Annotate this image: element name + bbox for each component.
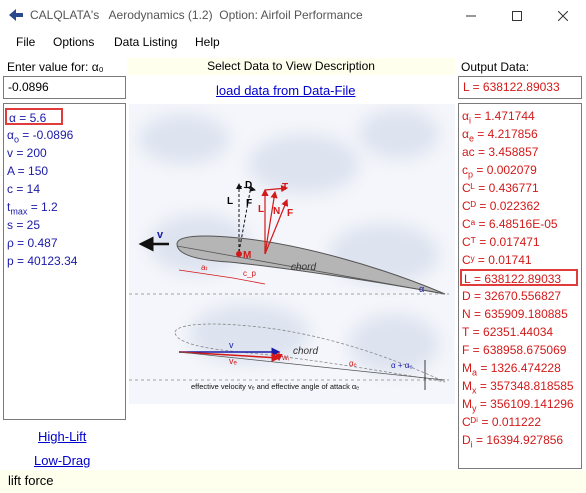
param-subscript: max — [10, 206, 28, 217]
result-row[interactable]: N = 635909.180885 — [462, 306, 568, 323]
diagram-svg: chord v L D F L N T F M aₜ c_p α v vₑ wᵢ… — [129, 180, 449, 391]
result-row[interactable]: My = 356109.141296 — [462, 396, 574, 413]
menu-bar: File Options Data Listing Help — [0, 31, 586, 54]
maximize-icon — [512, 10, 522, 21]
maximize-button[interactable] — [494, 0, 540, 31]
param-symbol: α — [7, 128, 14, 142]
title-bar: CALQLATA's Aerodynamics (1.2) Option: Ai… — [0, 0, 586, 31]
wi-label: wᵢ — [281, 353, 289, 362]
close-button[interactable] — [540, 0, 586, 31]
diagram-L-label: L — [227, 196, 233, 207]
moment-label: M — [243, 250, 251, 261]
result-row[interactable]: T = 62351.44034 — [462, 324, 553, 341]
param-value: = 1.2 — [27, 200, 58, 214]
window-title: CALQLATA's Aerodynamics (1.2) Option: Ai… — [30, 8, 363, 22]
alpha-e-label: αₑ — [349, 359, 357, 368]
app-logo-icon — [9, 9, 23, 21]
param-value: = 150 — [14, 164, 49, 178]
chord-label: chord — [291, 262, 316, 273]
result-row[interactable]: ac = 3.458857 — [462, 144, 538, 161]
result-row[interactable]: Cᴰ = 0.022362 — [462, 198, 540, 215]
result-row[interactable]: Cʸ = 0.01741 — [462, 252, 532, 269]
alpha-label: α — [419, 284, 424, 294]
param-row-A[interactable]: A = 150 — [7, 163, 48, 180]
parameter-list[interactable]: α = 5.6 αo = -0.0896 v = 200 A = 150 c =… — [3, 103, 126, 420]
param-row-c[interactable]: c = 14 — [7, 181, 40, 198]
minimize-icon — [466, 15, 476, 16]
result-row[interactable]: Cᴰⁱ = 0.011222 — [462, 414, 541, 431]
menu-options[interactable]: Options — [53, 35, 94, 49]
status-bar: lift force — [0, 470, 586, 493]
results-list[interactable]: αi = 1.471744 αe = 4.217856 ac = 3.45885… — [458, 103, 582, 469]
param-symbol: p — [7, 254, 14, 268]
lower-chord-label: chord — [293, 346, 318, 357]
output-value-box: L = 638122.89033 — [458, 76, 582, 99]
param-row-p[interactable]: p = 40123.34 — [7, 253, 77, 270]
result-row[interactable]: αe = 4.217856 — [462, 126, 538, 143]
load-data-link[interactable]: load data from Data-File — [216, 83, 355, 98]
cp-dimension — [232, 277, 266, 285]
diagram-caption: effective velocity vₑ and effective angl… — [191, 382, 359, 391]
param-row-alpha0[interactable]: αo = -0.0896 — [7, 127, 73, 144]
param-value: = 14 — [13, 182, 41, 196]
output-label: Output Data: — [461, 60, 530, 74]
high-lift-link[interactable]: High-Lift — [38, 429, 86, 444]
velocity-label: v — [157, 229, 164, 241]
param-value: = 40123.34 — [13, 254, 78, 268]
lower-v-label: v — [229, 340, 234, 350]
diagram-N-label: N — [273, 206, 280, 217]
param-value: = 5.6 — [15, 111, 47, 125]
aero-center-point — [236, 251, 242, 257]
diagram-F-label: F — [246, 198, 252, 209]
result-row[interactable]: Cᵀ = 0.017471 — [462, 234, 540, 251]
cp-label: c_p — [243, 269, 256, 278]
close-icon — [558, 10, 568, 21]
result-row[interactable]: Di = 16394.927856 — [462, 432, 563, 449]
lower-ve-label: vₑ — [229, 356, 238, 366]
result-row[interactable]: Cᴸ = 0.436771 — [462, 180, 539, 197]
low-drag-link[interactable]: Low-Drag — [34, 453, 90, 468]
alpha-sum-label: α + α₀ — [391, 361, 413, 370]
input-prompt-label: Enter value for: α₀ — [7, 60, 104, 74]
param-row-alpha[interactable]: α = 5.6 — [5, 108, 63, 125]
param-row-tmax[interactable]: tmax = 1.2 — [7, 199, 58, 216]
param-row-s[interactable]: s = 25 — [7, 217, 40, 234]
menu-help[interactable]: Help — [195, 35, 220, 49]
diagram-L2-label: L — [258, 204, 264, 215]
param-value: = 0.487 — [13, 236, 58, 250]
param-symbol: ρ — [7, 236, 14, 250]
param-symbol: α — [9, 111, 16, 125]
param-row-rho[interactable]: ρ = 0.487 — [7, 235, 58, 252]
result-row[interactable]: Ma = 1326.474228 — [462, 360, 561, 377]
result-row[interactable]: αi = 1.471744 — [462, 108, 535, 125]
airfoil-diagram: chord v L D F L N T F M aₜ c_p α v vₑ wᵢ… — [129, 104, 455, 404]
value-input[interactable]: -0.0896 — [3, 76, 126, 99]
param-value: = 25 — [13, 218, 41, 232]
result-row-lift-selected[interactable]: L = 638122.89033 — [460, 269, 578, 286]
minimize-button[interactable] — [448, 0, 494, 31]
param-row-v[interactable]: v = 200 — [7, 145, 47, 162]
result-row[interactable]: cp = 0.002079 — [462, 162, 537, 179]
result-row[interactable]: F = 638958.675069 — [462, 342, 566, 359]
result-row[interactable]: D = 32670.556827 — [462, 288, 561, 305]
diagram-T-label: T — [282, 182, 288, 193]
param-value: = 200 — [13, 146, 47, 160]
menu-file[interactable]: File — [16, 35, 35, 49]
result-row[interactable]: Mx = 357348.818585 — [462, 378, 574, 395]
result-row[interactable]: Cᵃ = 6.48516E-05 — [462, 216, 558, 233]
diagram-D-label: D — [245, 180, 252, 191]
center-header: Select Data to View Description — [127, 58, 455, 75]
diagram-F2-label: F — [287, 208, 293, 219]
param-value: = -0.0896 — [18, 128, 74, 142]
menu-data-listing[interactable]: Data Listing — [114, 35, 177, 49]
ac-label: aₜ — [201, 263, 208, 272]
